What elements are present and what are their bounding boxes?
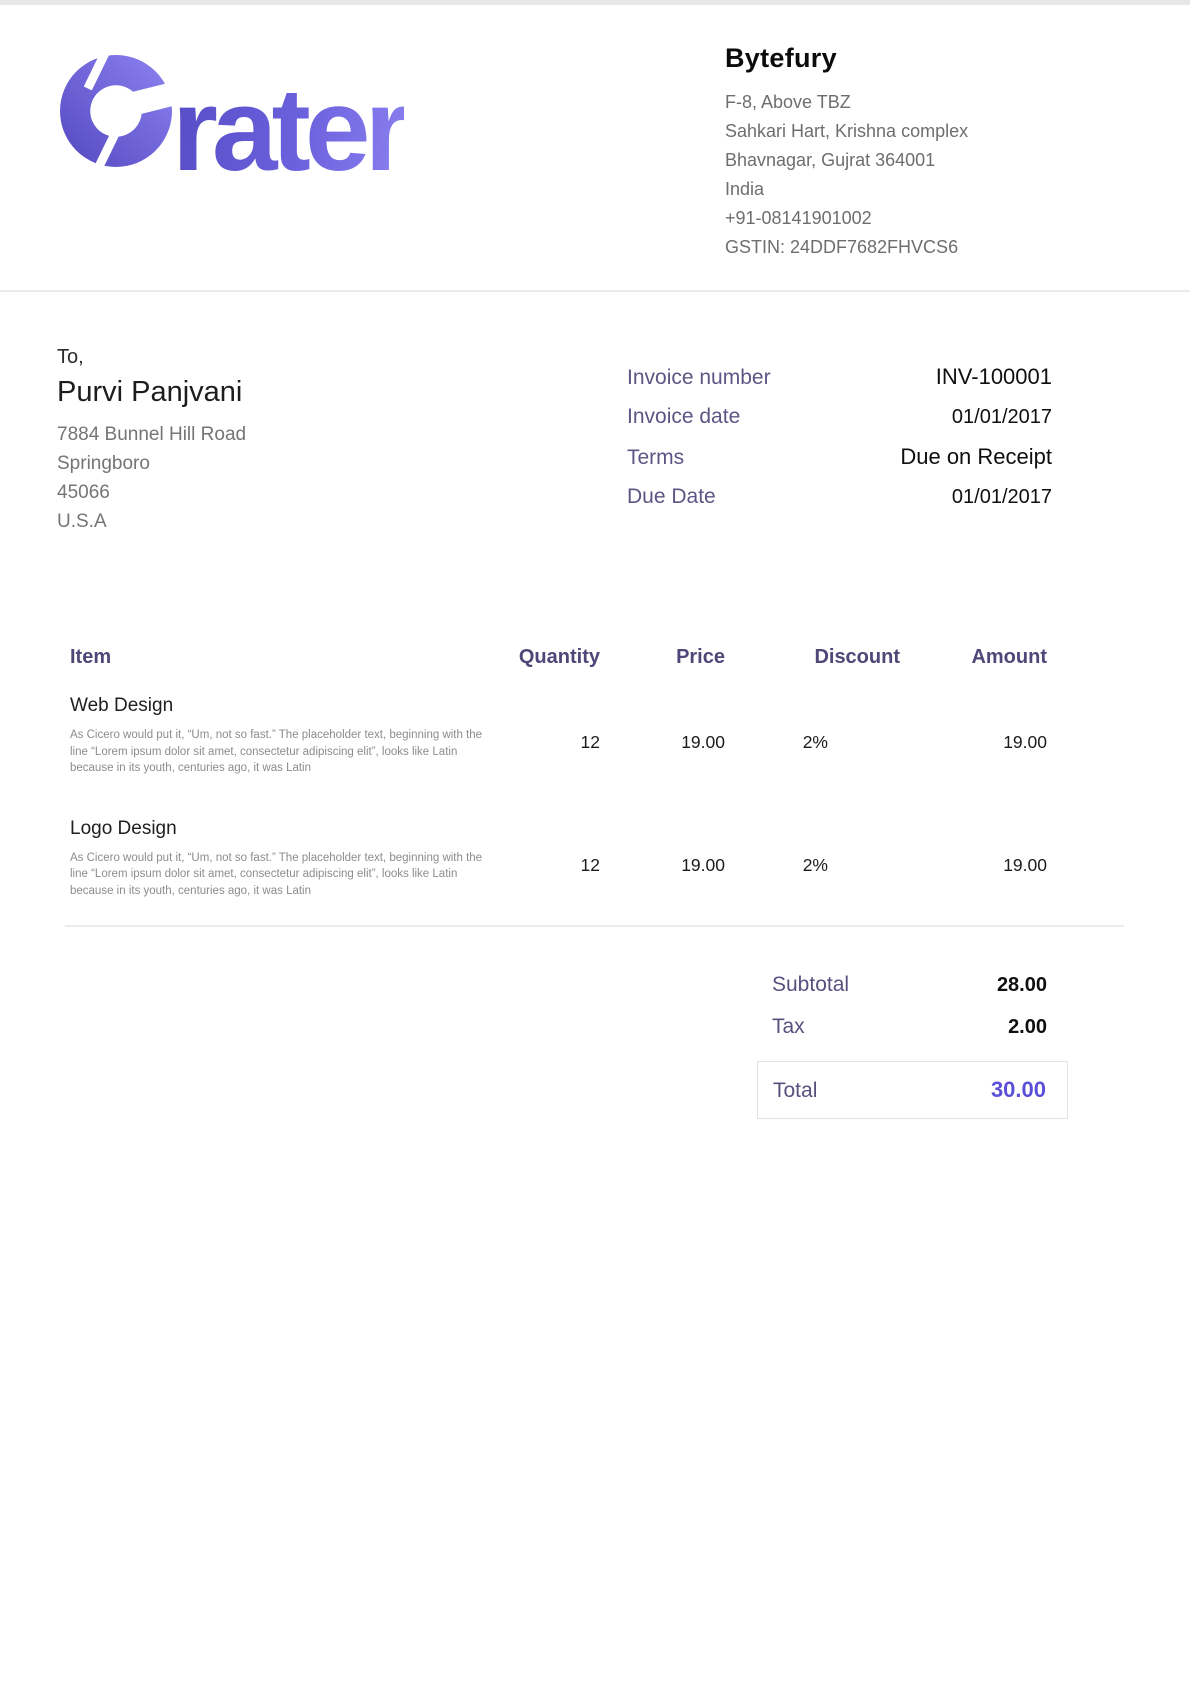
invoice-date-value: 01/01/2017: [952, 406, 1052, 429]
crater-c-icon: [60, 55, 172, 167]
invoice-header: rater Bytefury F-8, Above TBZ Sahkari Ha…: [0, 5, 1190, 292]
company-phone: +91-08141901002: [725, 204, 1130, 233]
customer-address: 7884 Bunnel Hill Road Springboro 45066 U…: [57, 420, 477, 536]
item-discount: 2%: [725, 694, 900, 777]
terms-label: Terms: [627, 446, 684, 470]
totals-block: Subtotal 28.00 Tax 2.00 Total 30.00: [757, 973, 1068, 1119]
total-value: 30.00: [991, 1077, 1046, 1103]
invoice-date-label: Invoice date: [627, 405, 740, 429]
items-table: Item Quantity Price Discount Amount Web …: [0, 536, 1047, 899]
invoice-number-value: INV-100001: [936, 364, 1052, 390]
due-date-row: Due Date 01/01/2017: [627, 485, 1052, 509]
column-header-item: Item: [70, 646, 510, 669]
customer-name: Purvi Panjvani: [57, 372, 477, 412]
table-row: Web Design As Cicero would put it, “Um, …: [70, 694, 1047, 777]
customer-address-line: 45066: [57, 478, 477, 507]
customer-address-line: 7884 Bunnel Hill Road: [57, 420, 477, 449]
item-quantity: 12: [510, 694, 600, 777]
company-address: F-8, Above TBZ Sahkari Hart, Krishna com…: [725, 88, 1130, 262]
bill-to-block: To, Purvi Panjvani 7884 Bunnel Hill Road…: [57, 342, 477, 536]
tax-row: Tax 2.00: [757, 1015, 1068, 1039]
subtotal-label: Subtotal: [772, 973, 849, 997]
invoice-page: rater Bytefury F-8, Above TBZ Sahkari Ha…: [0, 0, 1190, 1684]
item-cell: Web Design As Cicero would put it, “Um, …: [70, 694, 510, 777]
crater-logo-text: rater: [172, 71, 404, 189]
item-amount: 19.00: [900, 817, 1047, 900]
invoice-number-label: Invoice number: [627, 366, 771, 390]
tax-label: Tax: [772, 1015, 805, 1039]
terms-row: Terms Due on Receipt: [627, 444, 1052, 470]
column-header-quantity: Quantity: [510, 646, 600, 669]
item-discount: 2%: [725, 817, 900, 900]
company-address-line: Sahkari Hart, Krishna complex: [725, 117, 1130, 146]
invoice-date-row: Invoice date 01/01/2017: [627, 405, 1052, 429]
item-description: As Cicero would put it, “Um, not so fast…: [70, 727, 495, 777]
total-box: Total 30.00: [757, 1061, 1068, 1119]
column-header-price: Price: [600, 646, 725, 669]
item-description: As Cicero would put it, “Um, not so fast…: [70, 850, 495, 900]
invoice-number-row: Invoice number INV-100001: [627, 364, 1052, 390]
customer-address-line: Springboro: [57, 449, 477, 478]
bill-to-label: To,: [57, 342, 477, 372]
company-address-line: Bhavnagar, Gujrat 364001: [725, 146, 1130, 175]
column-header-amount: Amount: [900, 646, 1047, 669]
invoice-meta: Invoice number INV-100001 Invoice date 0…: [627, 342, 1052, 536]
due-date-label: Due Date: [627, 485, 716, 509]
customer-address-line: U.S.A: [57, 507, 477, 536]
subtotal-value: 28.00: [997, 974, 1047, 997]
billing-section: To, Purvi Panjvani 7884 Bunnel Hill Road…: [0, 292, 1190, 536]
items-table-header: Item Quantity Price Discount Amount: [70, 646, 1047, 669]
item-name: Logo Design: [70, 817, 510, 841]
due-date-value: 01/01/2017: [952, 486, 1052, 509]
item-cell: Logo Design As Cicero would put it, “Um,…: [70, 817, 510, 900]
company-gstin: GSTIN: 24DDF7682FHVCS6: [725, 233, 1130, 262]
tax-value: 2.00: [1008, 1016, 1047, 1039]
items-totals-divider: [65, 925, 1124, 927]
company-address-line: F-8, Above TBZ: [725, 88, 1130, 117]
item-price: 19.00: [600, 694, 725, 777]
item-quantity: 12: [510, 817, 600, 900]
column-header-discount: Discount: [725, 646, 900, 669]
table-row: Logo Design As Cicero would put it, “Um,…: [70, 817, 1047, 900]
company-address-line: India: [725, 175, 1130, 204]
subtotal-row: Subtotal 28.00: [757, 973, 1068, 997]
crater-logo: rater: [60, 71, 404, 189]
terms-value: Due on Receipt: [900, 444, 1052, 470]
item-name: Web Design: [70, 694, 510, 718]
item-price: 19.00: [600, 817, 725, 900]
item-amount: 19.00: [900, 694, 1047, 777]
company-block: Bytefury F-8, Above TBZ Sahkari Hart, Kr…: [725, 5, 1130, 290]
company-name: Bytefury: [725, 43, 1130, 74]
total-label: Total: [773, 1079, 817, 1103]
